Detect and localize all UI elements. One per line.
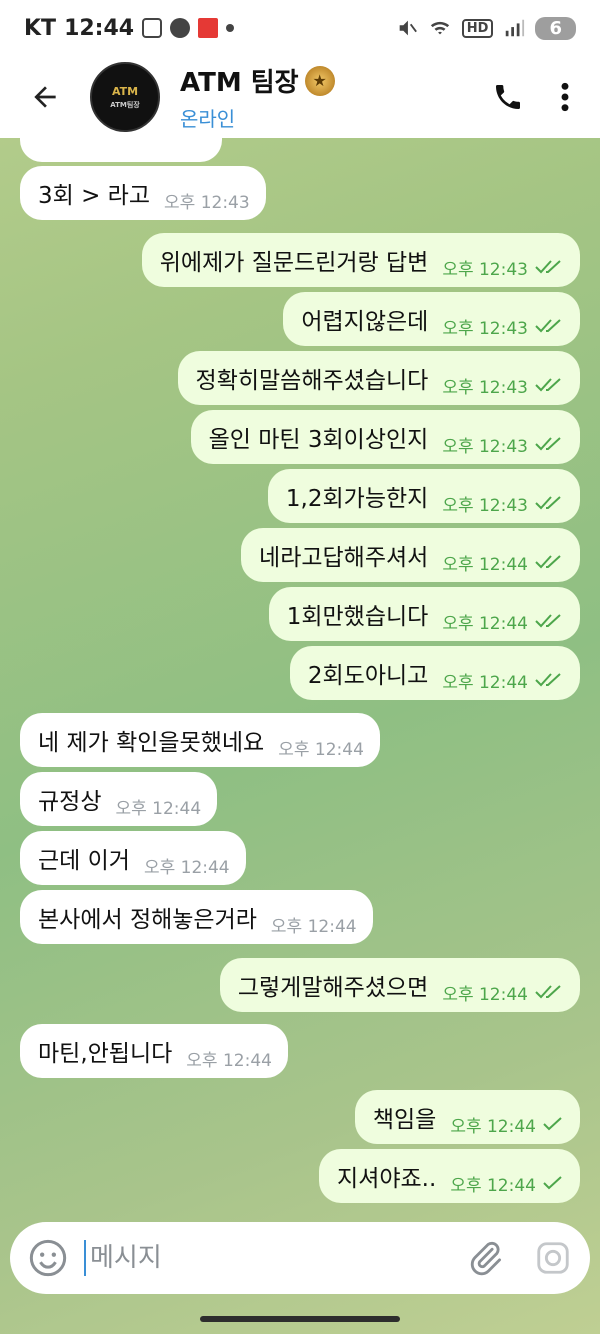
avatar-logo-text: ATM — [111, 84, 139, 98]
message-bubble[interactable]: 네 제가 확인을못했네요 오후 12:44 — [20, 713, 380, 767]
double-check-icon — [534, 672, 564, 688]
message-text: 그렇게말해주셨으면 — [237, 975, 429, 1001]
message-bubble[interactable]: 본사에서 정해놓은거라 오후 12:44 — [20, 890, 373, 944]
message-input[interactable] — [90, 1243, 466, 1273]
message-bubble[interactable]: 1,2회가능한지 오후 12:43 — [267, 469, 580, 523]
message-bubble[interactable]: 1회만했습니다 오후 12:44 — [268, 587, 580, 641]
message-time: 오후 12:44 — [442, 554, 528, 575]
message-text: 올인 마틴 3회이상인지 — [208, 427, 429, 453]
home-indicator[interactable] — [200, 1316, 400, 1322]
message-text: 본사에서 정해놓은거라 — [38, 907, 257, 933]
chat-title[interactable]: ATM 팀장 — [180, 62, 299, 99]
avatar[interactable]: ATM ATM팀장 — [90, 62, 160, 132]
clock: 12:44 — [64, 15, 135, 41]
message-time: 오후 12:44 — [442, 984, 528, 1005]
message-time: 오후 12:44 — [186, 1050, 272, 1071]
message-time: 오후 12:43 — [164, 192, 250, 213]
message-bubble[interactable]: 규정상 오후 12:44 — [20, 772, 218, 826]
hd-icon: HD — [461, 18, 494, 38]
online-status: 온라인 — [180, 107, 236, 131]
carrier-label: KT — [24, 15, 57, 41]
message-bubble[interactable]: 마틴,안됩니다 오후 12:44 — [20, 1024, 288, 1078]
mute-icon — [399, 20, 417, 36]
message-bubble[interactable]: 지셔야죠.. 오후 12:44 — [319, 1149, 580, 1203]
message-list[interactable]: 3회 > 라고 오후 12:43 위에제가 질문드린거랑 답변 오후 12:43… — [0, 138, 600, 1218]
message-time: 오후 12:44 — [143, 857, 230, 878]
message-text: 3회 > 라고 — [38, 183, 151, 209]
message-time: 오후 12:44 — [442, 613, 528, 634]
avatar-sub-text: ATM팀장 — [110, 100, 140, 109]
double-check-icon — [534, 436, 564, 452]
message-bubble[interactable]: 어렵지않은데 오후 12:43 — [283, 292, 580, 346]
double-check-icon — [534, 613, 564, 629]
emoji-icon[interactable] — [28, 1238, 68, 1278]
message-bubble[interactable]: 3회 > 라고 오후 12:43 — [20, 166, 266, 220]
message-bubble[interactable]: 2회도아니고 오후 12:44 — [289, 646, 580, 700]
message-text: 지셔야죠.. — [337, 1166, 437, 1192]
camera-icon[interactable] — [534, 1239, 572, 1277]
app-notification-icon — [198, 18, 219, 38]
double-check-icon — [534, 984, 564, 1000]
message-text: 책임을 — [372, 1107, 437, 1133]
chat-header: ATM ATM팀장 ATM 팀장 ★ 온라인 — [0, 56, 600, 138]
double-check-icon — [534, 554, 564, 570]
message-time: 오후 12:43 — [442, 377, 528, 398]
message-text: 2회도아니고 — [307, 663, 429, 689]
double-check-icon — [534, 377, 564, 393]
phone-icon[interactable] — [492, 81, 524, 113]
talk-icon — [170, 18, 191, 38]
message-text: 마틴,안됩니다 — [38, 1041, 173, 1067]
double-check-icon — [534, 318, 564, 334]
back-button[interactable] — [0, 56, 90, 138]
message-time: 오후 12:44 — [442, 672, 528, 693]
paperclip-icon[interactable] — [466, 1239, 504, 1277]
more-notifications-icon — [226, 24, 235, 32]
message-text: 네라고답해주셔서 — [259, 545, 429, 571]
double-check-icon — [534, 495, 564, 511]
single-check-icon — [542, 1116, 564, 1132]
message-text: 근데 이거 — [38, 848, 130, 874]
message-time: 오후 12:44 — [450, 1116, 536, 1137]
message-bubble[interactable]: 책임을 오후 12:44 — [354, 1090, 580, 1144]
battery-indicator: 6 — [535, 16, 576, 40]
message-bubble[interactable]: 올인 마틴 3회이상인지 오후 12:43 — [190, 410, 580, 464]
message-time: 오후 12:44 — [450, 1175, 536, 1196]
message-text: 어렵지않은데 — [301, 309, 429, 335]
message-bubble-clipped[interactable] — [20, 138, 222, 162]
message-time: 오후 12:43 — [442, 495, 528, 516]
arrow-left-icon — [34, 86, 56, 108]
message-time: 오후 12:43 — [442, 259, 528, 280]
message-time: 오후 12:43 — [442, 436, 528, 457]
single-check-icon — [542, 1175, 564, 1191]
message-composer — [10, 1222, 590, 1294]
message-bubble[interactable]: 근데 이거 오후 12:44 — [20, 831, 246, 885]
message-text: 1회만했습니다 — [286, 604, 429, 630]
message-time: 오후 12:44 — [270, 916, 357, 937]
message-text: 1,2회가능한지 — [285, 486, 429, 512]
status-bar: KT 12:44 HD 6 — [0, 0, 600, 56]
medal-star-icon: ★ — [304, 65, 335, 96]
message-text: 네 제가 확인을못했네요 — [38, 730, 265, 756]
signal-icon — [506, 19, 525, 37]
more-vertical-icon[interactable] — [560, 81, 570, 113]
message-text: 정확히말씀해주셨습니다 — [195, 368, 429, 394]
double-check-icon — [534, 259, 564, 275]
text-cursor — [84, 1240, 86, 1276]
message-time: 오후 12:44 — [278, 739, 364, 760]
message-bubble[interactable]: 네라고답해주셔서 오후 12:44 — [241, 528, 580, 582]
message-time: 오후 12:44 — [115, 798, 202, 819]
message-text: 규정상 — [38, 789, 102, 815]
message-bubble[interactable]: 정확히말씀해주셨습니다 오후 12:43 — [177, 351, 580, 405]
screenshot-icon — [142, 18, 163, 38]
message-bubble[interactable]: 그렇게말해주셨으면 오후 12:44 — [219, 958, 580, 1012]
message-time: 오후 12:43 — [442, 318, 528, 339]
message-bubble[interactable]: 위에제가 질문드린거랑 답변 오후 12:43 — [141, 233, 580, 287]
wifi-icon — [430, 21, 449, 35]
message-text: 위에제가 질문드린거랑 답변 — [159, 250, 429, 276]
